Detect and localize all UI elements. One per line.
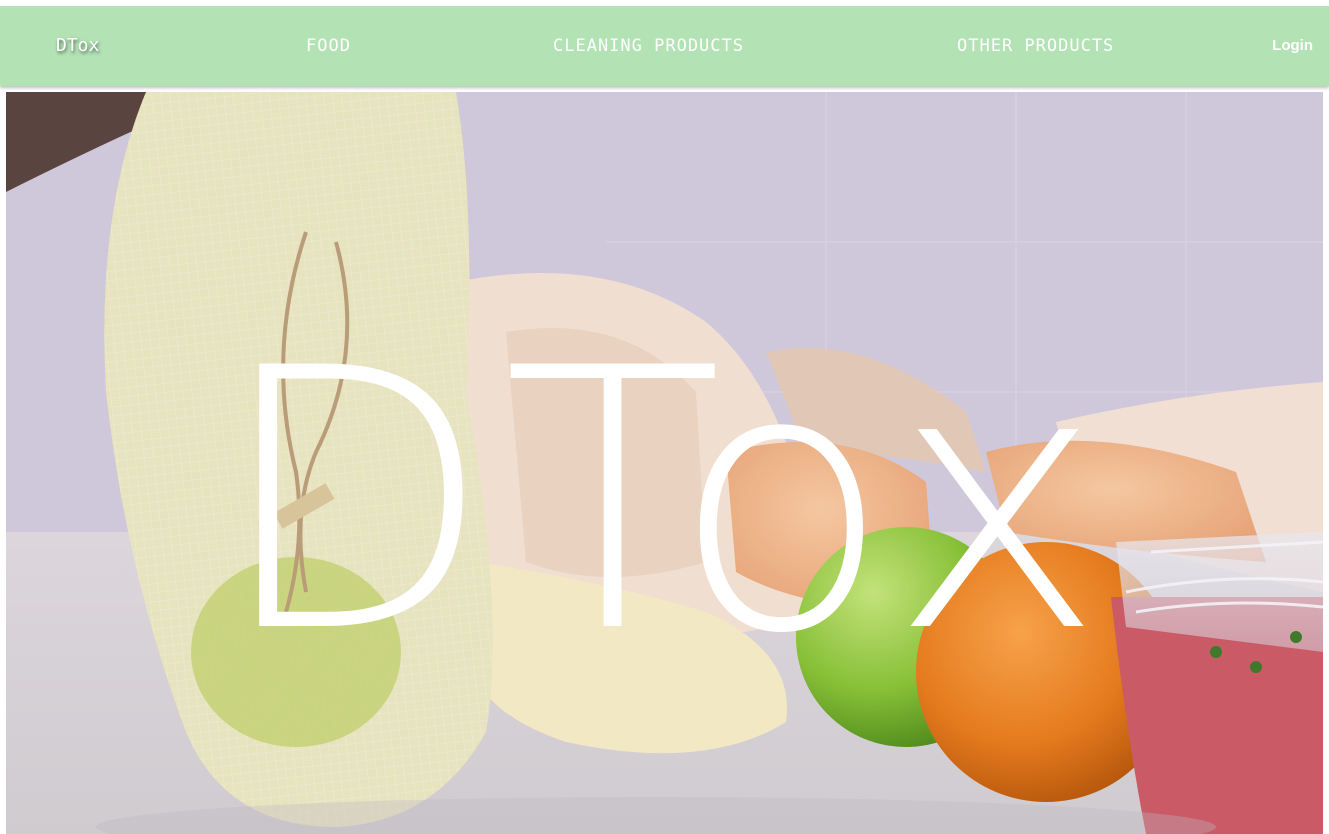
nav-link-other-products[interactable]: OTHER PRODUCTS xyxy=(957,6,1114,86)
brand-logo-link[interactable]: DTox xyxy=(56,6,99,86)
top-navbar: DTox FOOD CLEANING PRODUCTS OTHER PRODUC… xyxy=(0,6,1329,86)
hero-banner: DTox xyxy=(6,92,1323,834)
nav-link-food[interactable]: FOOD xyxy=(306,6,351,86)
nav-link-cleaning-products[interactable]: CLEANING PRODUCTS xyxy=(553,6,744,86)
page: DTox FOOD CLEANING PRODUCTS OTHER PRODUC… xyxy=(0,0,1329,834)
login-link[interactable]: Login xyxy=(1272,6,1313,86)
hero-title: DTox xyxy=(215,292,1114,711)
